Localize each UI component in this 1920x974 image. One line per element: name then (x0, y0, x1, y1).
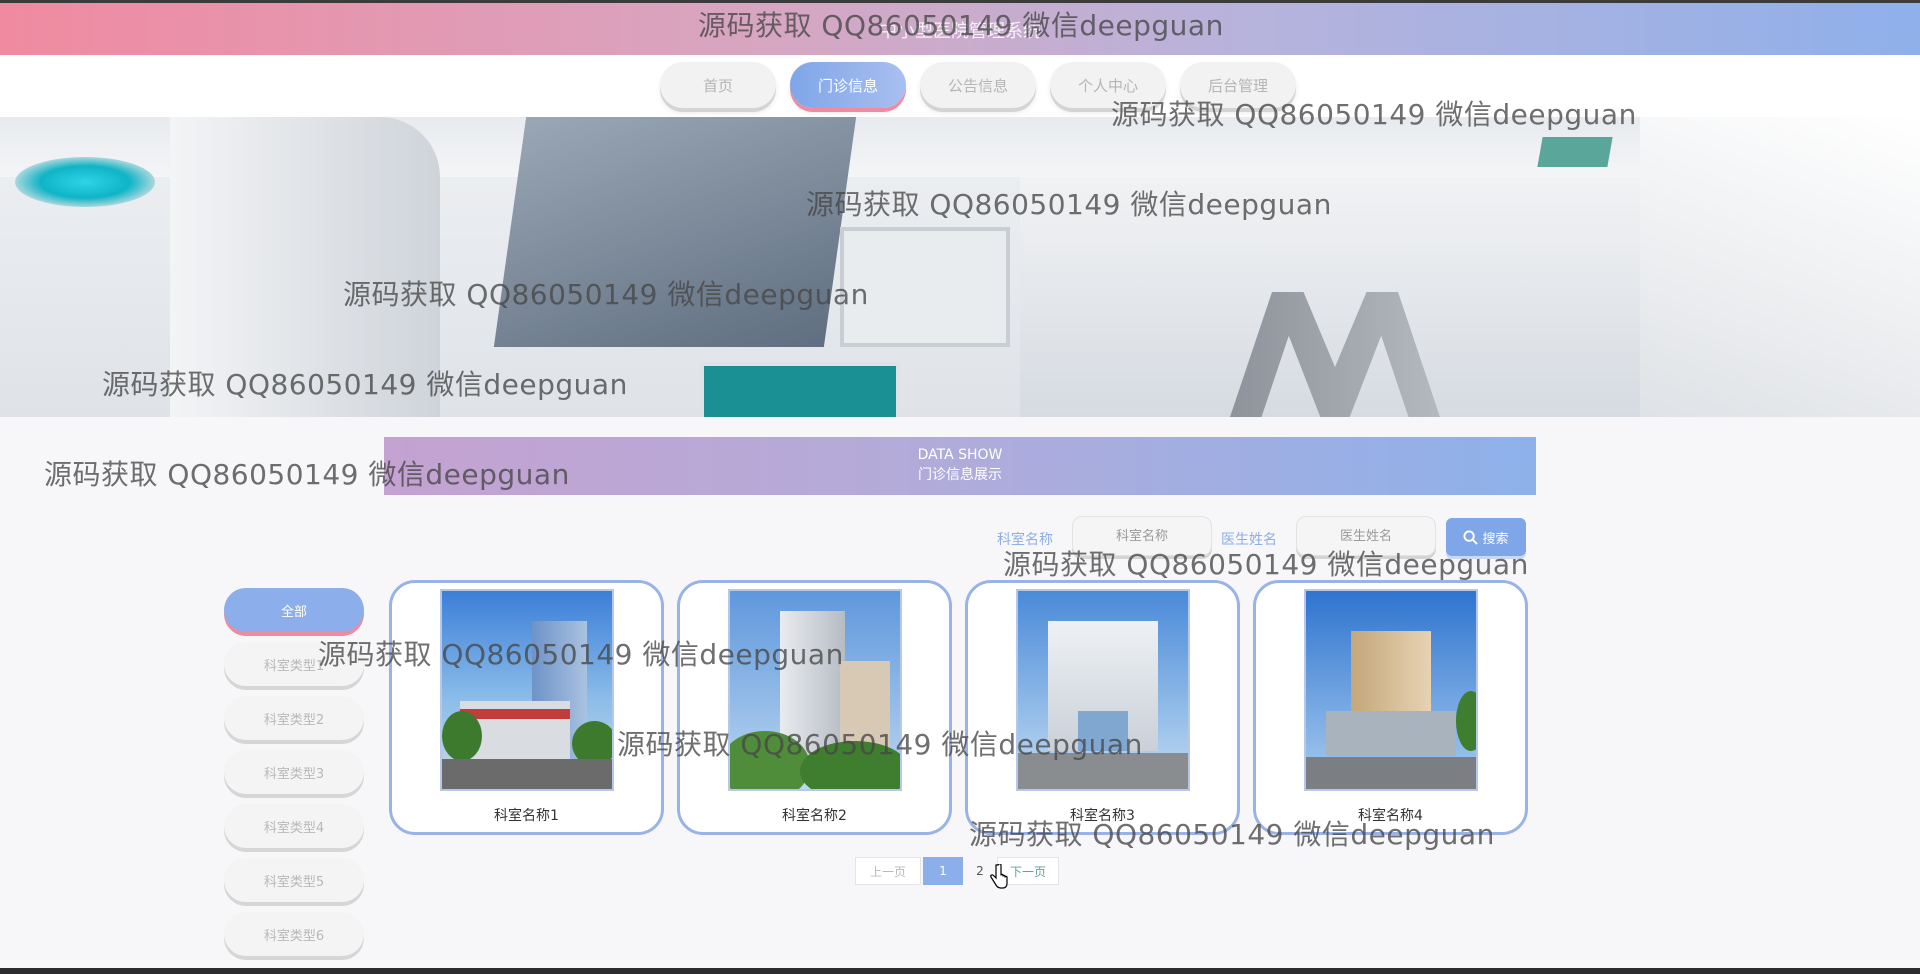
search-button-label: 搜索 (1482, 531, 1509, 547)
bottom-border (0, 968, 1920, 974)
department-card[interactable]: 科室名称1 (389, 580, 664, 835)
category-item[interactable]: 科室类型2 (224, 696, 364, 740)
surgical-lamp-graphic (15, 157, 155, 207)
hero-banner-image (0, 117, 1920, 417)
category-list: 全部 科室类型1 科室类型2 科室类型3 科室类型4 科室类型5 科室类型6 (224, 588, 364, 966)
nav-item-admin[interactable]: 后台管理 (1180, 62, 1296, 108)
hand-cursor-icon (990, 863, 1008, 894)
search-button[interactable]: 搜索 (1446, 518, 1526, 556)
category-item[interactable]: 科室类型3 (224, 750, 364, 794)
site-title: 中小型医院管理系统 (879, 21, 1041, 42)
dept-name-label: 科室名称 (997, 532, 1053, 548)
nav-item-personal-center[interactable]: 个人中心 (1050, 62, 1166, 108)
section-title-strip: DATA SHOW 门诊信息展示 (384, 437, 1536, 495)
department-card[interactable]: 科室名称4 (1253, 580, 1528, 835)
nav-list: 首页 门诊信息 公告信息 个人中心 后台管理 (660, 62, 1296, 108)
department-name: 科室名称1 (494, 808, 559, 824)
department-photo (440, 589, 614, 791)
section-title-cn: 门诊信息展示 (918, 467, 1002, 483)
department-name: 科室名称2 (782, 808, 847, 824)
search-icon (1463, 529, 1479, 545)
nav-item-notices[interactable]: 公告信息 (920, 62, 1036, 108)
category-item[interactable]: 科室类型5 (224, 858, 364, 902)
doctor-name-label: 医生姓名 (1221, 532, 1277, 548)
category-item[interactable]: 科室类型6 (224, 912, 364, 956)
nav-item-home[interactable]: 首页 (660, 62, 776, 108)
nav-bar: 首页 门诊信息 公告信息 个人中心 后台管理 (0, 55, 1920, 117)
department-photo (728, 589, 902, 791)
section-title-en: DATA SHOW (917, 447, 1003, 463)
nav-item-clinic-info[interactable]: 门诊信息 (790, 62, 906, 108)
department-name: 科室名称4 (1358, 808, 1423, 824)
department-card[interactable]: 科室名称2 (677, 580, 952, 835)
pagination: 上一页 1 2 下一页 (855, 857, 1059, 885)
dept-name-input[interactable] (1072, 516, 1212, 556)
department-photo (1016, 589, 1190, 791)
department-photo (1304, 589, 1478, 791)
category-item-all[interactable]: 全部 (224, 588, 364, 632)
page-button-1[interactable]: 1 (923, 857, 963, 885)
category-item[interactable]: 科室类型1 (224, 642, 364, 686)
department-card[interactable]: 科室名称3 (965, 580, 1240, 835)
top-header: 中小型医院管理系统 (0, 0, 1920, 55)
prev-page-button[interactable]: 上一页 (855, 857, 921, 885)
doctor-name-input[interactable] (1296, 516, 1436, 556)
department-name: 科室名称3 (1070, 808, 1135, 824)
category-item[interactable]: 科室类型4 (224, 804, 364, 848)
